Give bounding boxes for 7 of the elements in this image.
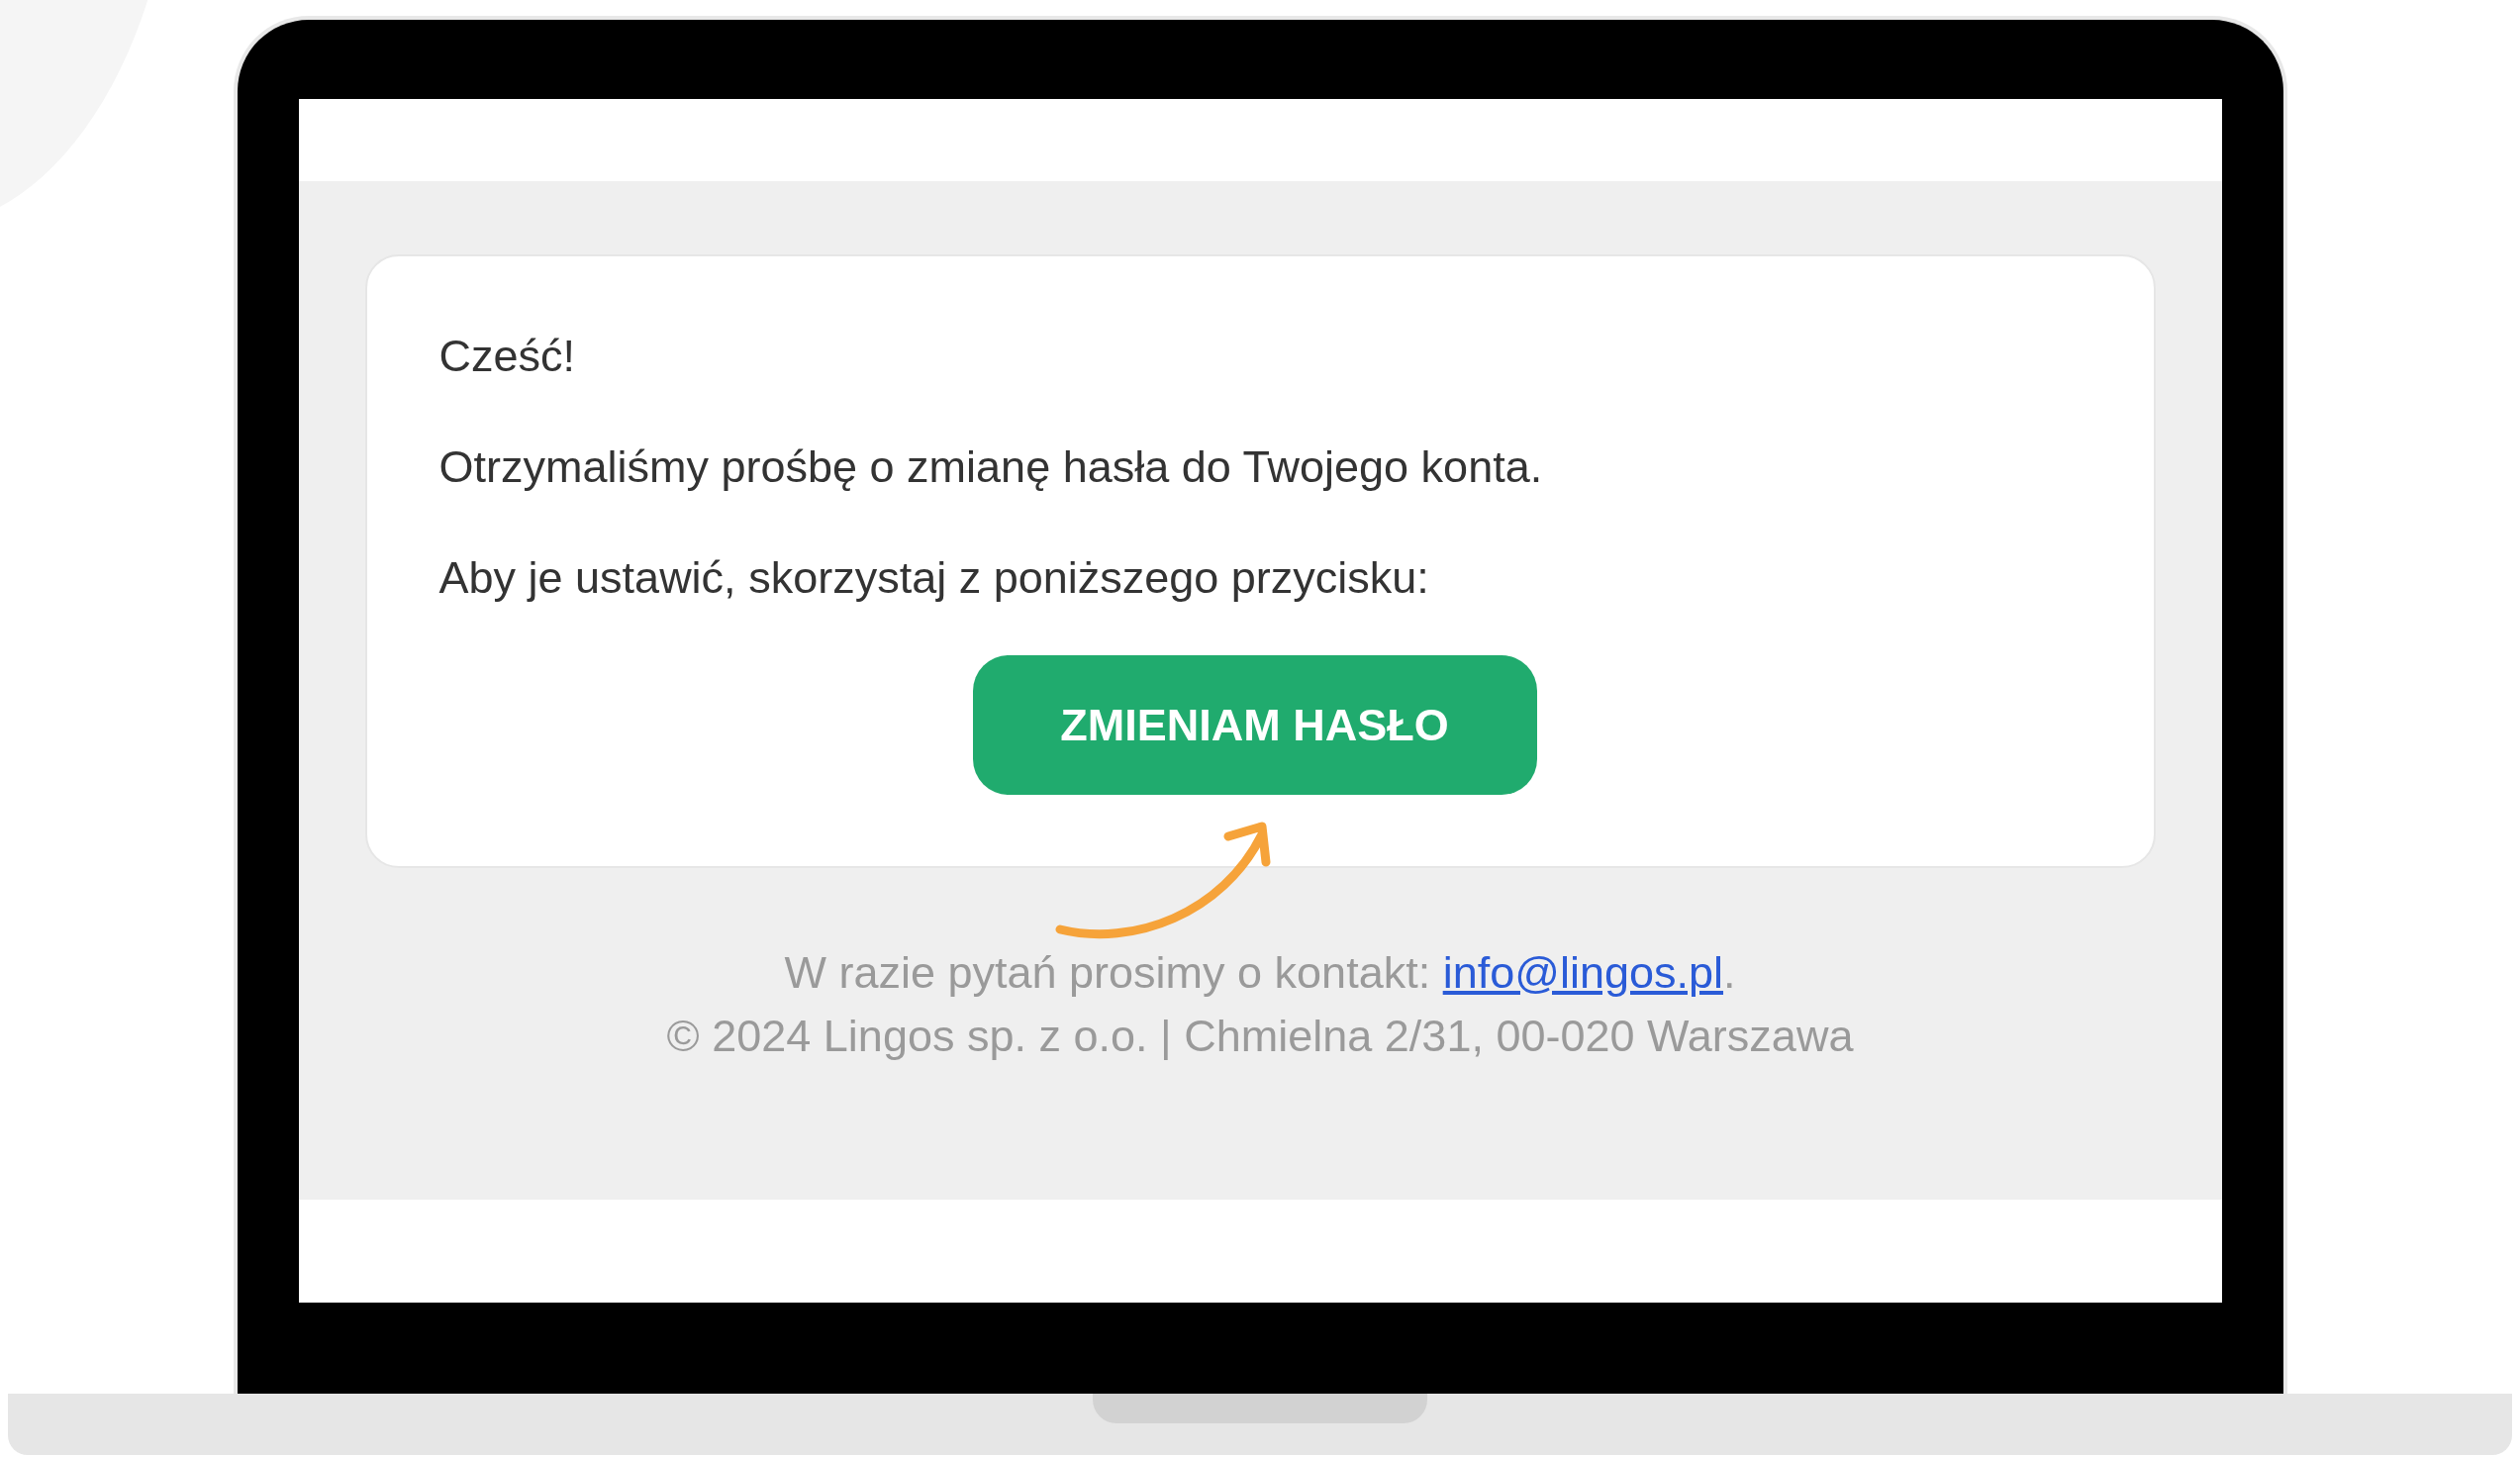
- email-link[interactable]: info@lingos.pl: [1442, 947, 1724, 998]
- paragraph-text: Otrzymaliśmy prośbę o zmianę hasła do Twojego konta.: [438, 441, 1544, 493]
- paragraph-text: Aby je ustawić, skorzystaj z poniższego przycisku:: [438, 552, 1430, 604]
- change-password-button[interactable]: ZMIENIAM HASŁO: [972, 655, 1537, 795]
- greeting-text: Cześć!: [438, 331, 577, 382]
- contact-text: W razie pytań prosimy o kontakt: info@lingos.pl.: [784, 946, 1736, 1000]
- copyright-text: © 2024 Lingos sp. z o.o. | Chmielna 2/31, 00-020 Warszawa: [666, 1010, 1854, 1063]
